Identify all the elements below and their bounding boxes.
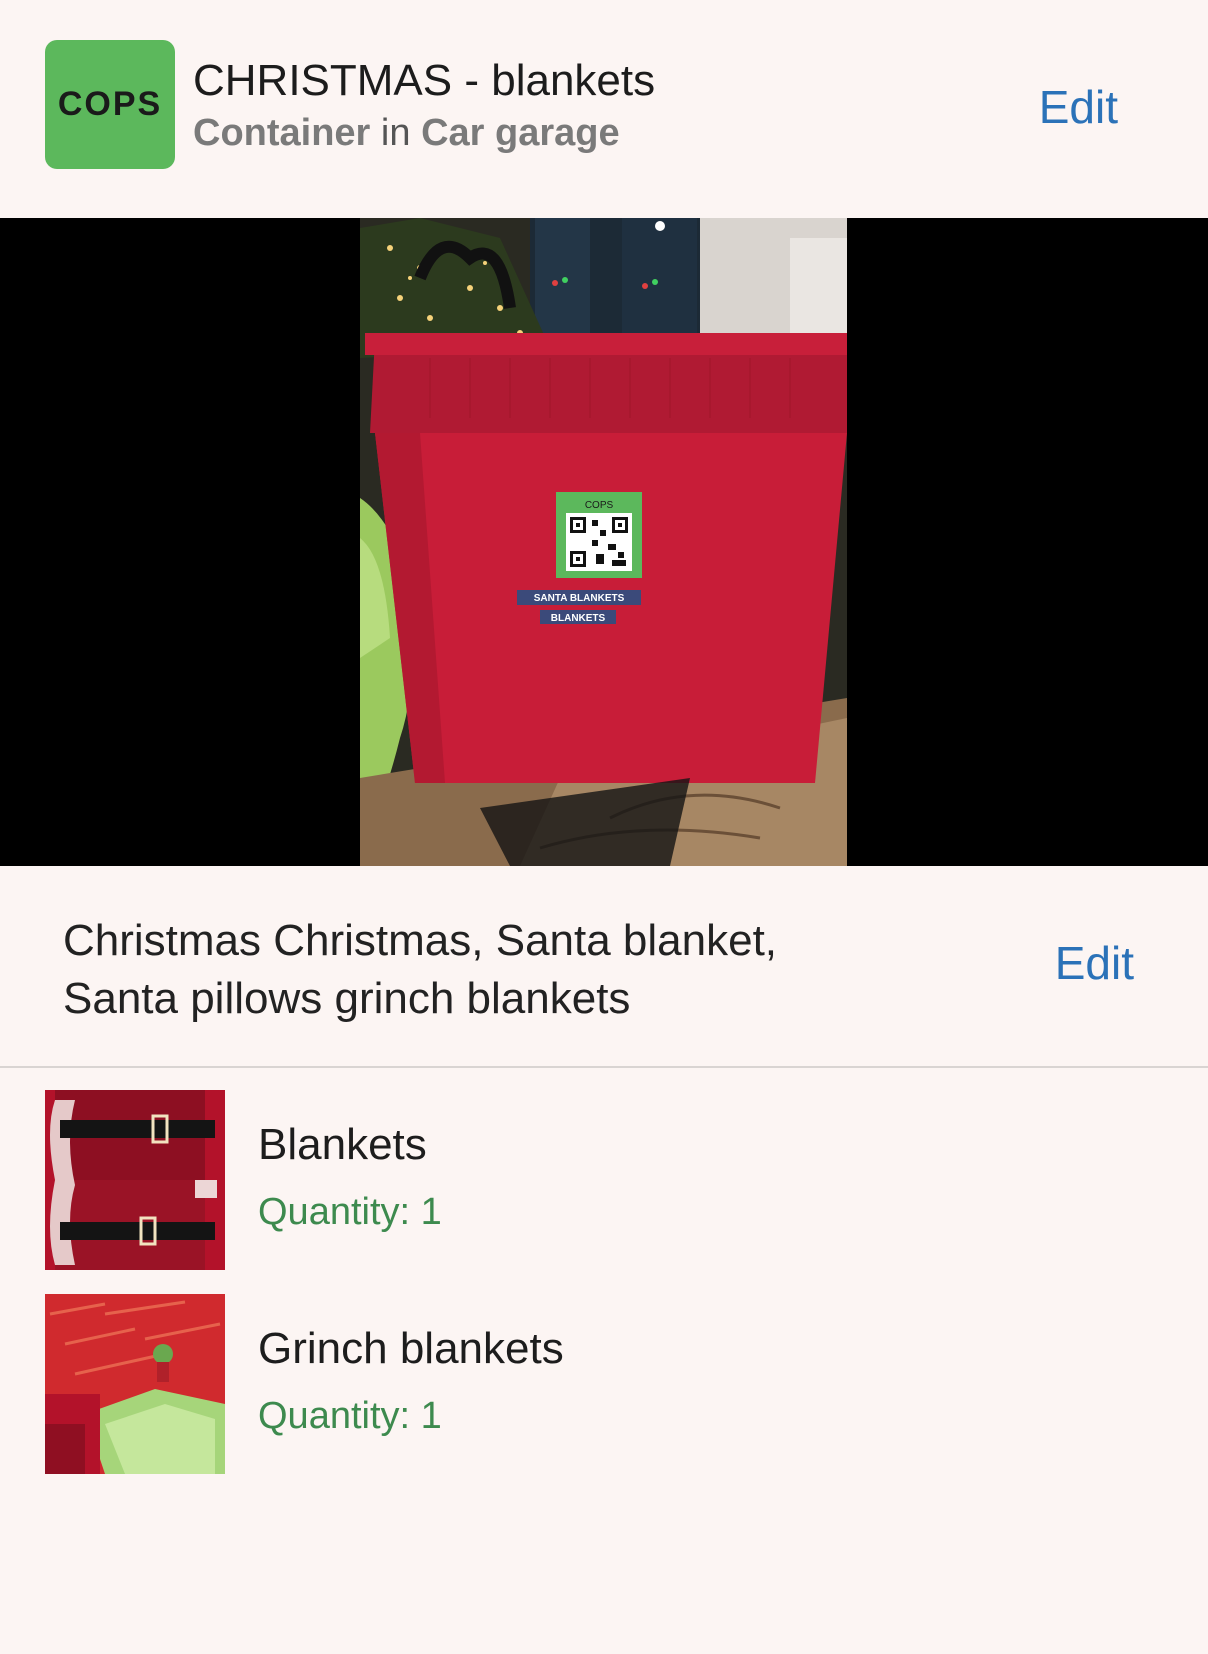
photo-viewer[interactable]: COPS SANTA BLANKETS BLANKETS — [0, 218, 1208, 866]
container-type: Container — [193, 112, 371, 154]
edit-description-button[interactable]: Edit — [1055, 936, 1134, 990]
item-thumbnail[interactable] — [45, 1090, 225, 1270]
label-logo-text: COPS — [585, 500, 614, 511]
section-divider — [0, 1066, 1208, 1068]
item-quantity: Quantity: 1 — [258, 1191, 442, 1233]
container-header: COPS CHRISTMAS - blankets Container in C… — [0, 0, 1208, 218]
label-line1-text: SANTA BLANKETS — [534, 593, 625, 604]
container-photo-illustration: COPS SANTA BLANKETS BLANKETS — [360, 218, 847, 866]
item-name: Blankets — [258, 1120, 427, 1169]
list-item[interactable]: Grinch blankets Quantity: 1 — [0, 1294, 1208, 1476]
cops-logo: COPS — [45, 40, 175, 169]
container-description: Christmas Christmas, Santa blanket, Sant… — [63, 916, 778, 1023]
grinch-blanket-image — [45, 1294, 225, 1474]
description-section: Christmas Christmas, Santa blanket, Sant… — [0, 866, 1208, 1067]
edit-container-button[interactable]: Edit — [1039, 80, 1118, 134]
item-name: Grinch blankets — [258, 1324, 564, 1373]
list-item[interactable]: Blankets Quantity: 1 — [0, 1090, 1208, 1272]
container-location[interactable]: Car garage — [421, 112, 620, 154]
container-photo[interactable]: COPS SANTA BLANKETS BLANKETS — [360, 218, 847, 866]
item-thumbnail[interactable] — [45, 1294, 225, 1474]
logo-text: COPS — [57, 85, 163, 123]
santa-blanket-image — [45, 1090, 225, 1270]
item-quantity: Quantity: 1 — [258, 1395, 442, 1437]
container-subtitle: Container in Car garage — [193, 112, 620, 155]
subtitle-in: in — [370, 112, 422, 154]
label-line2-text: BLANKETS — [551, 613, 606, 624]
container-title: CHRISTMAS - blankets — [193, 56, 656, 105]
